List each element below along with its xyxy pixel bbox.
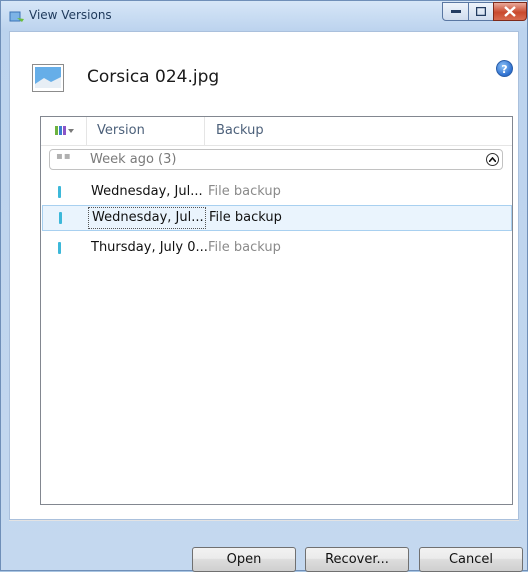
versions-list[interactable]: Version Backup ▪▪ Week ago (3) Wednesday…	[40, 116, 513, 505]
cancel-button[interactable]: Cancel	[419, 547, 523, 572]
version-cell: Wednesday, Jul...	[91, 184, 203, 199]
list-header: Version Backup	[41, 117, 512, 146]
columns-icon	[55, 126, 74, 135]
version-marker	[58, 242, 61, 254]
title-bar: View Versions	[1, 1, 528, 31]
footer-divider	[9, 520, 519, 521]
maximize-icon	[476, 7, 486, 16]
version-marker	[58, 186, 61, 198]
help-icon[interactable]: ?	[496, 60, 513, 77]
close-icon	[504, 6, 516, 17]
version-marker	[59, 212, 62, 224]
backup-cell: File backup	[208, 184, 281, 199]
backup-cell: File backup	[209, 210, 282, 225]
view-versions-window: View Versions Corsica 024.jpg ? Version …	[0, 0, 528, 572]
minimize-icon	[450, 9, 461, 13]
close-button[interactable]	[493, 2, 527, 21]
app-icon	[9, 11, 24, 22]
group-handle-icon: ▪▪	[56, 151, 72, 162]
group-header-week-ago[interactable]: ▪▪ Week ago (3)	[49, 149, 503, 170]
image-file-icon	[32, 64, 64, 92]
open-button[interactable]: Open	[192, 547, 296, 572]
table-row[interactable]: Wednesday, Jul... File backup	[41, 179, 512, 205]
backup-cell: File backup	[208, 240, 281, 255]
group-label: Week ago (3)	[90, 152, 177, 167]
dialog-footer: Open Recover... Cancel	[9, 520, 523, 572]
column-header-backup[interactable]: Backup	[216, 123, 264, 138]
window-title: View Versions	[29, 8, 112, 22]
file-name: Corsica 024.jpg	[87, 67, 220, 87]
table-row[interactable]: Thursday, July 0... File backup	[41, 235, 512, 261]
chevron-up-circle-icon[interactable]	[486, 153, 499, 166]
recover-button[interactable]: Recover...	[305, 547, 409, 572]
column-header-version[interactable]: Version	[97, 123, 145, 138]
version-cell: Thursday, July 0...	[91, 240, 208, 255]
table-row-selected[interactable]: Wednesday, Jul... File backup	[42, 205, 512, 231]
minimize-button[interactable]	[442, 2, 469, 21]
maximize-button[interactable]	[468, 2, 494, 21]
column-divider[interactable]	[204, 117, 205, 145]
column-chooser-button[interactable]	[41, 117, 87, 145]
version-cell: Wednesday, Jul...	[92, 210, 204, 225]
